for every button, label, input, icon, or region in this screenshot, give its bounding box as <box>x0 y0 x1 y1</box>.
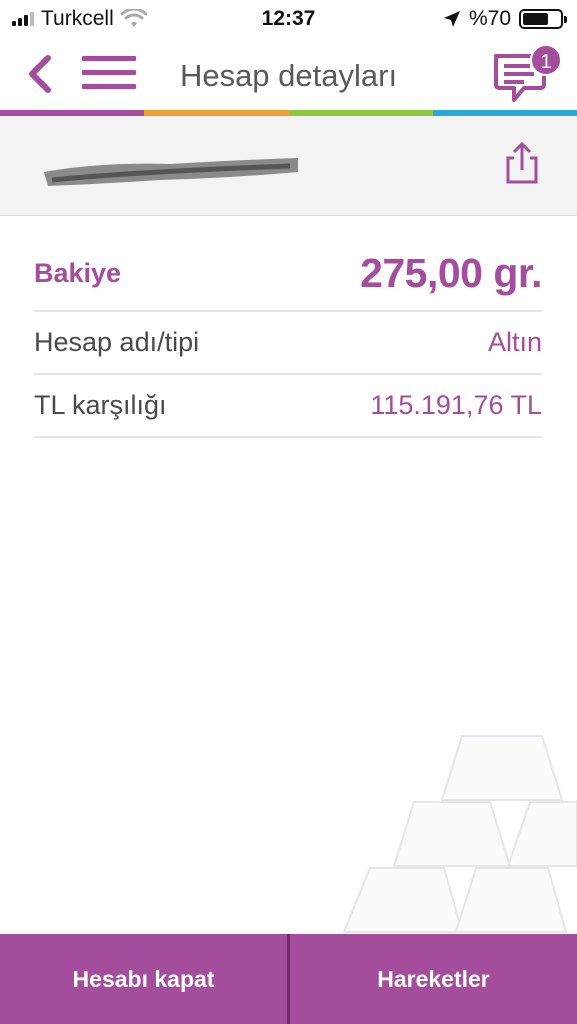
account-type-value: Altın <box>487 327 542 357</box>
message-count-badge: 1 <box>530 44 562 76</box>
chevron-left-icon <box>29 55 51 93</box>
account-type-label: Hesap adı/tipi <box>34 327 200 357</box>
share-button[interactable] <box>500 140 544 186</box>
bottom-action-bar: Hesabı kapat Hareketler <box>0 934 577 1024</box>
status-right: %70 <box>443 7 567 31</box>
back-button[interactable] <box>20 52 60 96</box>
location-arrow-icon <box>443 11 460 27</box>
carrier-name: Turkcell <box>41 7 114 30</box>
nav-bar: Hesap detayları 1 <box>0 38 577 110</box>
share-icon <box>506 141 538 184</box>
close-account-button[interactable]: Hesabı kapat <box>0 934 287 1024</box>
battery-level <box>523 13 549 25</box>
battery-percent: %70 <box>468 7 511 30</box>
signal-icon <box>12 12 34 26</box>
battery-icon <box>519 9 567 29</box>
tl-equivalent-value: 115.191,76 TL <box>370 390 542 420</box>
transactions-button[interactable]: Hareketler <box>290 934 577 1024</box>
wifi-icon <box>120 9 147 27</box>
account-type-row: Hesap adı/tipi Altın <box>34 312 542 375</box>
tl-equivalent-row: TL karşılığı 115.191,76 TL <box>34 375 542 438</box>
gold-bars-decoration <box>342 735 577 933</box>
hamburger-menu-icon <box>82 56 136 61</box>
balance-row: Bakiye 275,00 gr. <box>34 236 542 312</box>
balance-value: 275,00 gr. <box>360 249 542 296</box>
status-bar: Turkcell 12:37 %70 <box>0 0 577 38</box>
account-header <box>0 116 577 216</box>
menu-button[interactable] <box>82 56 136 94</box>
tl-equivalent-label: TL karşılığı <box>34 390 167 420</box>
balance-label: Bakiye <box>34 257 122 288</box>
redaction-scribble <box>44 158 298 186</box>
status-left: Turkcell <box>0 7 200 31</box>
